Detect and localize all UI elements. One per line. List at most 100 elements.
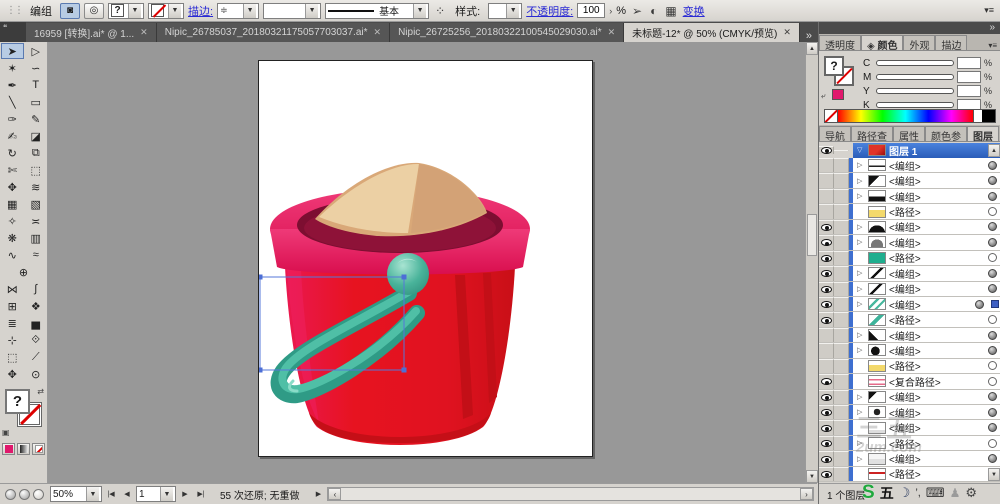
direct-selection-tool-icon[interactable]: ▷ [25,43,47,59]
layer-thumbnail[interactable] [868,421,886,434]
scribble-tool-icon[interactable]: ≣ [1,315,24,331]
visibility-cell[interactable] [819,435,834,451]
expand-triangle-icon[interactable]: ▷ [857,269,865,277]
spectrum-gradient[interactable] [838,110,973,122]
transform-link[interactable]: 变换 [683,3,705,19]
layer-row-19[interactable]: ▷ <路径> [819,435,1000,452]
layers-scrollbar[interactable]: ▲ ▼ [988,142,1000,483]
lock-cell[interactable] [834,204,849,219]
visibility-cell[interactable] [819,296,834,312]
symbol-sprayer-tool-icon[interactable]: ❋ [1,230,24,246]
layer-thumbnail[interactable] [868,375,886,388]
layer-row-13[interactable]: ▷ <编组> [819,343,1000,359]
white-swatch[interactable] [973,110,982,122]
layer-name[interactable]: <路径> [889,312,921,327]
panel-menu-icon[interactable]: ▾≡ [984,41,1000,50]
layer-name[interactable]: <编组> [889,343,921,358]
default-fill-stroke-icon[interactable]: ▣ [2,428,10,437]
gradient-button[interactable] [17,443,30,455]
opacity-stepper-icon[interactable]: › [609,6,612,16]
layer-name[interactable]: <编组> [889,158,921,173]
swap-fill-stroke-icon[interactable]: ⇄ [37,387,44,396]
layer-row-4[interactable]: <路径> [819,204,1000,220]
lock-cell[interactable] [834,420,849,435]
layer-row-20[interactable]: ▷ <编组> [819,451,1000,467]
lock-cell[interactable] [834,312,849,327]
stroke-weight-dropdown[interactable]: ≑ ▼ [217,2,260,19]
lock-cell[interactable] [834,158,849,173]
last-artboard-button[interactable]: ▶| [194,487,208,501]
shape-builder-tool-icon[interactable]: ❖ [25,298,48,314]
selection-tool-icon[interactable]: ➤ [1,43,24,59]
expand-triangle-icon[interactable]: ▷ [857,455,865,463]
live-paint-tool-icon[interactable]: ⟐ [25,332,48,348]
visibility-cell[interactable] [819,204,834,219]
scroll-down-icon[interactable]: ▼ [988,468,1000,481]
lock-cell[interactable] [834,250,849,266]
visibility-cell[interactable] [819,420,834,435]
keyboard-icon[interactable]: ⌨ [926,485,945,501]
first-artboard-button[interactable]: |◀ [104,487,118,501]
magic-wand-tool-icon[interactable]: ✶ [1,60,24,76]
layer-thumbnail[interactable] [868,205,886,218]
blob-brush-tool-icon[interactable]: ✍ [1,128,24,144]
paintbrush-tool-icon[interactable]: ✑ [1,111,24,127]
tab-overflow-icon[interactable]: » [800,30,818,42]
layer-thumbnail[interactable] [868,282,886,295]
layer-row-7[interactable]: <路径> [819,250,1000,267]
channel-value-input[interactable] [957,57,981,69]
ime-wubi-icon[interactable]: 五 [880,483,894,503]
tab-图层[interactable]: 图层 [967,126,999,143]
layer-name[interactable]: <编组> [889,219,921,234]
expand-triangle-icon[interactable]: ▷ [857,408,865,416]
layer-row-1[interactable]: ▷ <编组> [819,158,1000,174]
prev-artboard-button[interactable]: ◀ [120,487,134,501]
recolor-artwork-icon[interactable]: ➢ [630,4,644,18]
layer-row-9[interactable]: ▷ <编组> [819,281,1000,297]
line-segment-tool-icon[interactable]: ╲ [1,94,24,110]
scissors-tool-icon[interactable]: ✄ [1,162,24,178]
expand-triangle-icon[interactable]: ▷ [857,161,865,169]
canvas-area[interactable] [48,42,805,483]
brush-options-icon[interactable]: ⁘ [433,4,447,18]
eraser-tool-icon[interactable]: ◪ [25,128,48,144]
scroll-up-icon[interactable]: ▲ [806,42,818,55]
brush-definition-dropdown[interactable]: 基本 ▼ [325,2,430,19]
expand-triangle-icon[interactable]: ▷ [857,393,865,401]
layer-name[interactable]: <路径> [889,204,921,219]
visibility-cell[interactable] [819,327,834,343]
layer-name[interactable]: <编组> [889,405,921,420]
moon-icon[interactable]: ☽ [899,485,911,501]
scroll-right-icon[interactable]: › [800,488,813,500]
layer-name[interactable]: <编组> [889,451,921,466]
expand-triangle-icon[interactable]: ▷ [857,238,865,246]
visibility-cell[interactable] [819,146,834,154]
layer-name[interactable]: <编组> [889,235,921,250]
zoom-level-dropdown[interactable]: 50% ▼ [50,486,102,502]
layer-thumbnail[interactable] [868,190,886,203]
knife-tool-icon[interactable]: ∿ [1,247,24,263]
layer-name[interactable]: <编组> [889,189,921,204]
close-icon[interactable]: ✕ [140,27,148,38]
layer-thumbnail[interactable] [868,437,886,450]
fill-proxy-unknown[interactable]: ? [824,56,844,76]
slice-tool-icon[interactable]: ⟋ [25,349,48,365]
channel-value-input[interactable] [957,71,981,83]
close-icon[interactable]: ✕ [374,27,382,38]
layer-row-16[interactable]: ▷ <编组> [819,389,1000,405]
fullscreen-mode-button[interactable] [33,488,44,500]
channel-slider[interactable] [876,102,954,108]
layer-thumbnail[interactable] [868,406,886,419]
artboard[interactable] [257,60,593,457]
expand-triangle-icon[interactable]: ▷ [857,300,865,308]
document-tab-1[interactable]: 16959 [转换].ai* @ 1... ✕ [25,23,157,42]
expand-triangle-icon[interactable]: ▽ [857,146,865,154]
layer-row-14[interactable]: <路径> [819,358,1000,375]
layer-row-21[interactable]: <路径> [819,466,1000,483]
layer-name[interactable]: <编组> [889,281,921,296]
layer-row-8[interactable]: ▷ <编组> [819,266,1000,282]
visibility-cell[interactable] [819,188,834,204]
status-menu-icon[interactable]: ▶ [311,487,325,501]
envelope-tool-icon[interactable]: ⋈ [1,281,24,297]
lock-cell[interactable] [834,466,849,482]
